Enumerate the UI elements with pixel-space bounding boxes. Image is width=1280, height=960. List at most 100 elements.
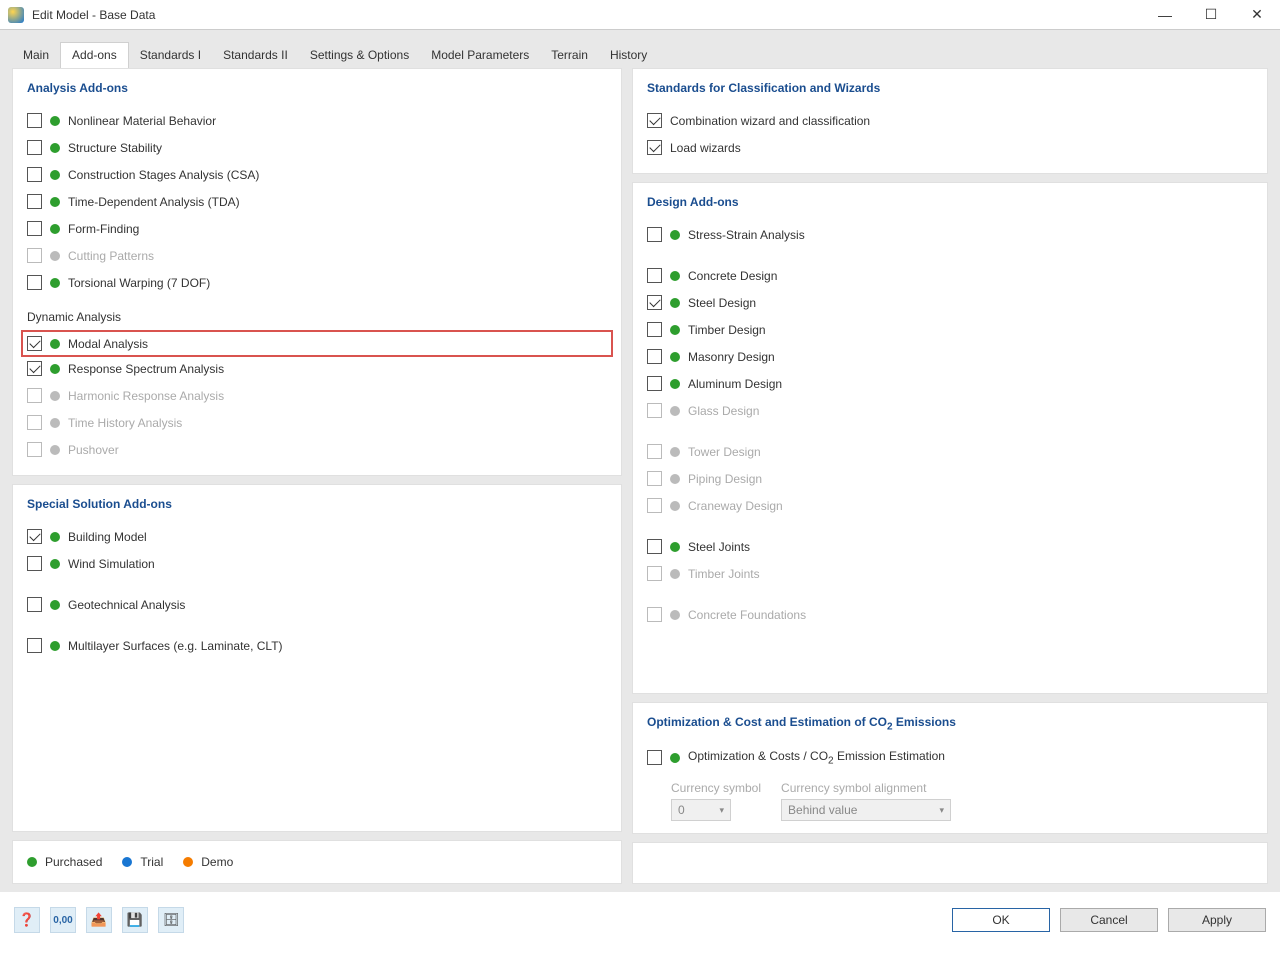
ok-button[interactable]: OK <box>952 908 1050 932</box>
panel-title: Design Add-ons <box>647 195 1253 209</box>
option-row: Response Spectrum Analysis <box>27 355 607 382</box>
option-row: Aluminum Design <box>647 370 1253 397</box>
tab-standards-ii[interactable]: Standards II <box>212 42 299 68</box>
checkbox <box>27 388 42 403</box>
close-button[interactable]: ✕ <box>1234 0 1280 30</box>
panel-optimization: Optimization & Cost and Estimation of CO… <box>632 702 1268 834</box>
option-row: Masonry Design <box>647 343 1253 370</box>
option-label: Form-Finding <box>68 222 139 236</box>
panel-title: Special Solution Add-ons <box>27 497 607 511</box>
tab-standards-i[interactable]: Standards I <box>129 42 212 68</box>
minimize-button[interactable]: — <box>1142 0 1188 30</box>
checkbox[interactable] <box>27 556 42 571</box>
status-dot-icon <box>50 143 60 153</box>
precision-icon[interactable]: 0,00 <box>50 907 76 933</box>
tabbar: MainAdd-onsStandards IStandards IISettin… <box>12 42 1268 68</box>
checkbox[interactable] <box>647 349 662 364</box>
panel-title: Optimization & Cost and Estimation of CO… <box>647 715 1253 732</box>
currency-alignment-select[interactable]: Behind value▾ <box>781 799 951 821</box>
checkbox[interactable] <box>27 113 42 128</box>
tab-model-parameters[interactable]: Model Parameters <box>420 42 540 68</box>
tab-add-ons[interactable]: Add-ons <box>60 42 129 68</box>
checkbox[interactable] <box>27 275 42 290</box>
checkbox <box>647 471 662 486</box>
option-label: Harmonic Response Analysis <box>68 389 224 403</box>
status-dot-icon <box>670 610 680 620</box>
status-dot-icon <box>183 857 193 867</box>
checkbox[interactable] <box>647 539 662 554</box>
option-label: Time-Dependent Analysis (TDA) <box>68 195 240 209</box>
option-label: Response Spectrum Analysis <box>68 362 224 376</box>
option-row: Wind Simulation <box>27 550 607 577</box>
bottom-bar: ❓ 0,00 📤 💾 🗄 OK Cancel Apply <box>0 892 1280 948</box>
option-label: Pushover <box>68 443 119 457</box>
checkbox <box>27 248 42 263</box>
status-dot-icon <box>670 753 680 763</box>
checkbox[interactable] <box>647 113 662 128</box>
checkbox[interactable] <box>647 140 662 155</box>
option-row: Building Model <box>27 523 607 550</box>
panel-special-solution: Special Solution Add-ons Building ModelW… <box>12 484 622 832</box>
help-icon[interactable]: ❓ <box>14 907 40 933</box>
checkbox[interactable] <box>647 322 662 337</box>
legend-label: Purchased <box>45 855 102 869</box>
legend-panel: Purchased Trial Demo <box>12 840 622 884</box>
checkbox[interactable] <box>27 529 42 544</box>
option-label: Steel Joints <box>688 540 750 554</box>
checkbox[interactable] <box>27 361 42 376</box>
status-dot-icon <box>670 230 680 240</box>
status-dot-icon <box>50 251 60 261</box>
option-label: Masonry Design <box>688 350 775 364</box>
export-icon[interactable]: 📤 <box>86 907 112 933</box>
status-dot-icon <box>670 406 680 416</box>
tab-settings-options[interactable]: Settings & Options <box>299 42 420 68</box>
database-icon[interactable]: 🗄 <box>158 907 184 933</box>
checkbox[interactable] <box>647 227 662 242</box>
checkbox[interactable] <box>27 336 42 351</box>
option-label: Optimization & Costs / CO2 Emission Esti… <box>688 749 945 766</box>
status-dot-icon <box>50 532 60 542</box>
option-label: Concrete Design <box>688 269 777 283</box>
checkbox <box>647 498 662 513</box>
status-dot-icon <box>50 278 60 288</box>
checkbox[interactable] <box>27 194 42 209</box>
save-icon[interactable]: 💾 <box>122 907 148 933</box>
checkbox <box>647 403 662 418</box>
titlebar: Edit Model - Base Data — ☐ ✕ <box>0 0 1280 30</box>
option-row: Harmonic Response Analysis <box>27 382 607 409</box>
option-row: Concrete Foundations <box>647 601 1253 628</box>
option-row: Structure Stability <box>27 134 607 161</box>
option-row: Time-Dependent Analysis (TDA) <box>27 188 607 215</box>
status-dot-icon <box>50 224 60 234</box>
checkbox[interactable] <box>27 597 42 612</box>
checkbox[interactable] <box>647 376 662 391</box>
checkbox[interactable] <box>27 167 42 182</box>
checkbox[interactable] <box>27 140 42 155</box>
checkbox <box>647 607 662 622</box>
apply-button[interactable]: Apply <box>1168 908 1266 932</box>
option-row: Timber Joints <box>647 560 1253 587</box>
status-dot-icon <box>50 559 60 569</box>
tab-history[interactable]: History <box>599 42 658 68</box>
checkbox[interactable] <box>27 638 42 653</box>
checkbox[interactable] <box>647 268 662 283</box>
status-dot-icon <box>670 325 680 335</box>
panel-analysis-addons: Analysis Add-ons Nonlinear Material Beha… <box>12 68 622 476</box>
tab-terrain[interactable]: Terrain <box>540 42 599 68</box>
checkbox[interactable] <box>647 295 662 310</box>
checkbox[interactable] <box>27 221 42 236</box>
checkbox <box>27 442 42 457</box>
cancel-button[interactable]: Cancel <box>1060 908 1158 932</box>
checkbox-optimization[interactable] <box>647 750 662 765</box>
tab-main[interactable]: Main <box>12 42 60 68</box>
option-row: Modal Analysis <box>21 330 613 357</box>
legend-label: Demo <box>201 855 233 869</box>
option-label: Torsional Warping (7 DOF) <box>68 276 210 290</box>
maximize-button[interactable]: ☐ <box>1188 0 1234 30</box>
status-dot-icon <box>50 170 60 180</box>
currency-symbol-select[interactable]: 0▾ <box>671 799 731 821</box>
checkbox <box>27 415 42 430</box>
legend-item: Trial <box>122 855 163 869</box>
option-row: Steel Joints <box>647 533 1253 560</box>
option-row: Multilayer Surfaces (e.g. Laminate, CLT) <box>27 632 607 659</box>
